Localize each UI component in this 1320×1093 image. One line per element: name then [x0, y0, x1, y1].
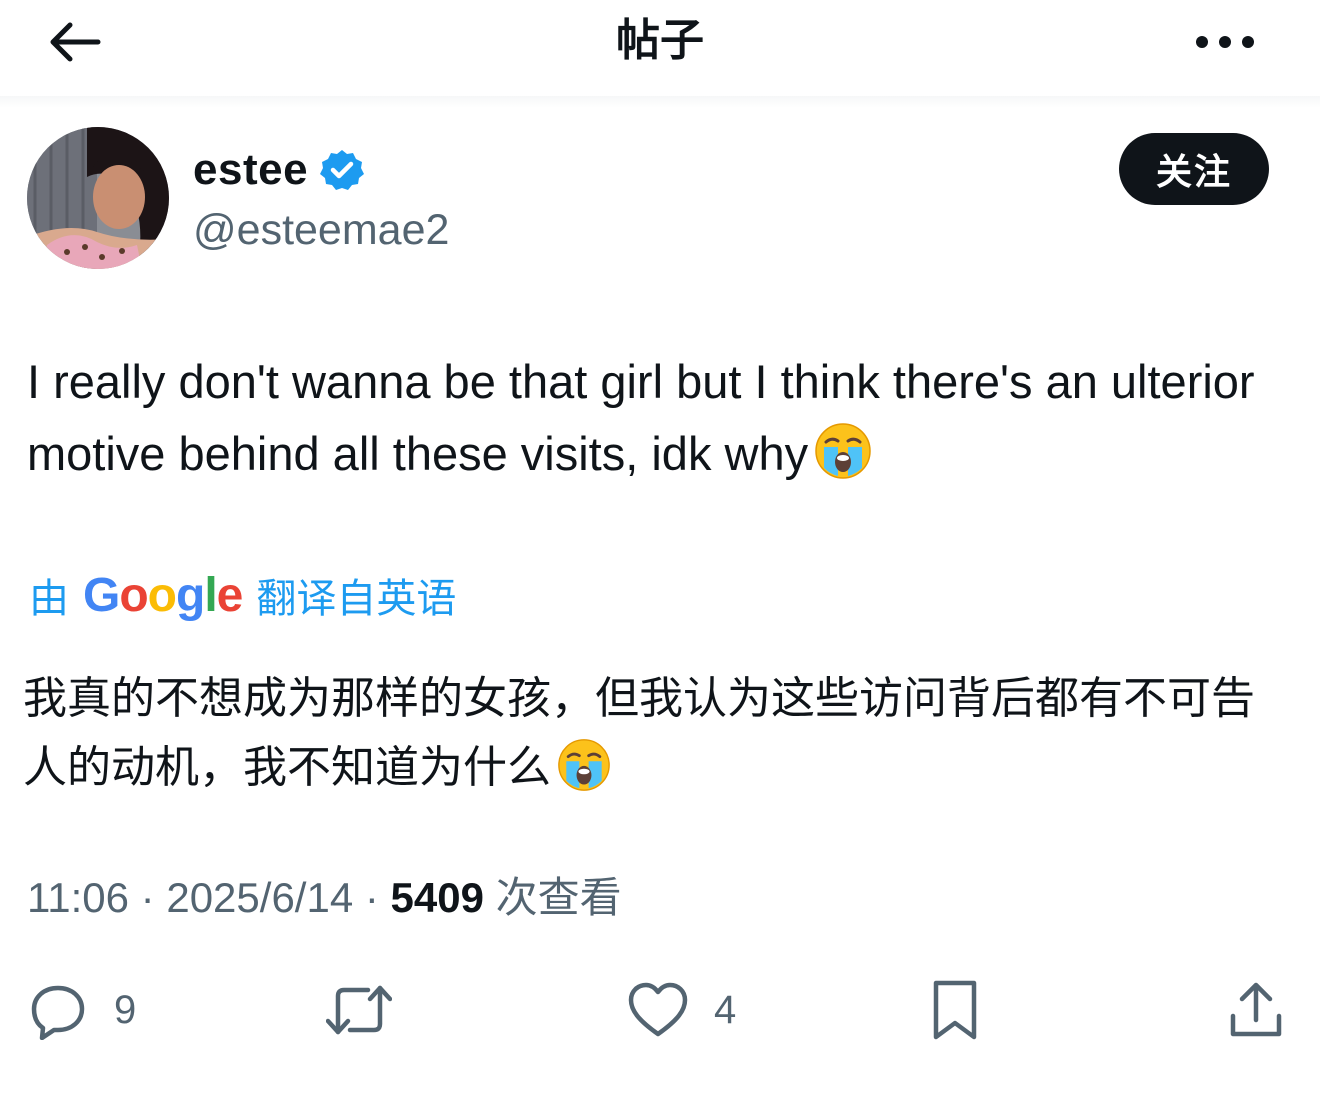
- more-horizontal-icon: [1196, 36, 1254, 48]
- user-handle[interactable]: @esteemae2: [193, 202, 449, 258]
- header-divider: [0, 96, 1320, 108]
- translation-prefix: 由: [29, 577, 69, 621]
- profile-photo: [27, 127, 169, 269]
- views-count[interactable]: 5409: [391, 874, 484, 921]
- more-options-button[interactable]: [1192, 20, 1258, 64]
- reply-button[interactable]: 9: [28, 975, 136, 1045]
- bookmark-icon: [933, 980, 977, 1040]
- top-navigation-bar: 帖子: [0, 0, 1320, 108]
- retweet-icon: [326, 985, 392, 1035]
- bookmark-button[interactable]: [930, 975, 980, 1045]
- meta-separator: ·: [140, 874, 155, 921]
- like-count: 4: [714, 987, 737, 1032]
- heart-icon: [628, 982, 688, 1037]
- author-name-row[interactable]: estee: [193, 142, 365, 198]
- loudly-crying-face-emoji-icon: [557, 738, 611, 812]
- tweet-meta: 11:06 · 2025/6/14 · 5409 次查看: [27, 868, 622, 928]
- verified-badge-icon[interactable]: [320, 148, 365, 192]
- meta-separator: ·: [364, 874, 379, 921]
- avatar[interactable]: [27, 127, 169, 269]
- tweet-action-bar: 9 4: [0, 975, 1320, 1045]
- translation-suffix: 翻译自英语: [256, 577, 457, 621]
- reply-count: 9: [114, 987, 137, 1032]
- tweet-body: I really don't wanna be that girl but I …: [27, 355, 1255, 480]
- loudly-crying-face-emoji-icon: [814, 422, 872, 500]
- share-button[interactable]: [1228, 975, 1284, 1045]
- translation-attribution-link[interactable]: 由 Google 翻译自英语: [29, 566, 456, 624]
- follow-button[interactable]: 关注: [1119, 133, 1269, 205]
- tweet-detail-page: 帖子 estee @esteemae2 关注 I really don't wa…: [0, 0, 1320, 1093]
- tweet-text: I really don't wanna be that girl but I …: [27, 346, 1297, 500]
- share-icon: [1230, 982, 1282, 1037]
- translated-tweet-text: 我真的不想成为那样的女孩，但我认为这些访问背后都有不可告人的动机，我不知道为什么: [23, 664, 1298, 812]
- display-name[interactable]: estee: [193, 142, 308, 198]
- page-title: 帖子: [616, 16, 704, 65]
- reply-icon: [31, 985, 85, 1040]
- like-button[interactable]: 4: [628, 975, 736, 1045]
- tweet-date[interactable]: 2025/6/14: [166, 874, 353, 921]
- views-label[interactable]: 次查看: [496, 874, 622, 921]
- tweet-time[interactable]: 11:06: [27, 874, 129, 921]
- retweet-button[interactable]: [326, 975, 392, 1045]
- google-logo-icon: Google: [83, 568, 243, 622]
- translated-body: 我真的不想成为那样的女孩，但我认为这些访问背后都有不可告人的动机，我不知道为什么: [23, 674, 1255, 792]
